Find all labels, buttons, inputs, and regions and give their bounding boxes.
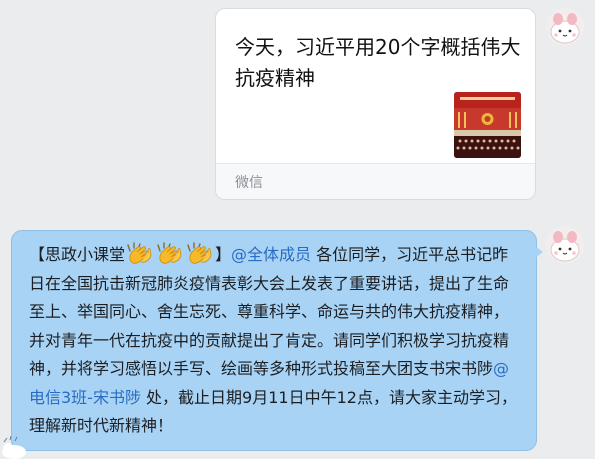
article-source: 微信 xyxy=(235,175,263,191)
message-prefix: 【思政小课堂 xyxy=(29,245,126,264)
article-thumbnail xyxy=(454,92,521,158)
clapping-hands-icon xyxy=(187,242,212,264)
message-body-part1: 各位同学，习近平总书记昨日在全国抗击新冠肺炎疫情表彰大会上发表了重要讲话，提出了… xyxy=(29,245,510,378)
shared-article-card[interactable]: 今天，习近平用20个字概括伟大抗疫精神 微信 xyxy=(215,8,536,200)
message-text: 【思政小课堂 】@全体成员 各位同学，习近平总书记昨日在全国抗击新冠肺炎疫情表彰大… xyxy=(29,241,524,441)
avatar-image xyxy=(546,226,584,264)
article-footer: 微信 xyxy=(216,163,535,199)
prefix-bracket-close: 】 xyxy=(215,245,232,264)
clapping-hands-icon xyxy=(127,242,152,264)
sender-avatar[interactable] xyxy=(546,8,584,46)
sender-avatar[interactable] xyxy=(546,226,584,264)
clapping-hands-icon xyxy=(157,242,182,264)
mention-all-link[interactable]: @全体成员 xyxy=(231,245,311,264)
bubble-tail xyxy=(535,246,543,258)
clap-emoji-group: 】 xyxy=(125,242,232,264)
cloud-decoration-icon xyxy=(2,435,26,459)
avatar-image xyxy=(546,8,584,46)
article-title: 今天，习近平用20个字概括伟大抗疫精神 xyxy=(235,35,521,90)
message-bubble[interactable]: 【思政小课堂 】@全体成员 各位同学，习近平总书记昨日在全国抗击新冠肺炎疫情表彰大… xyxy=(11,230,537,451)
